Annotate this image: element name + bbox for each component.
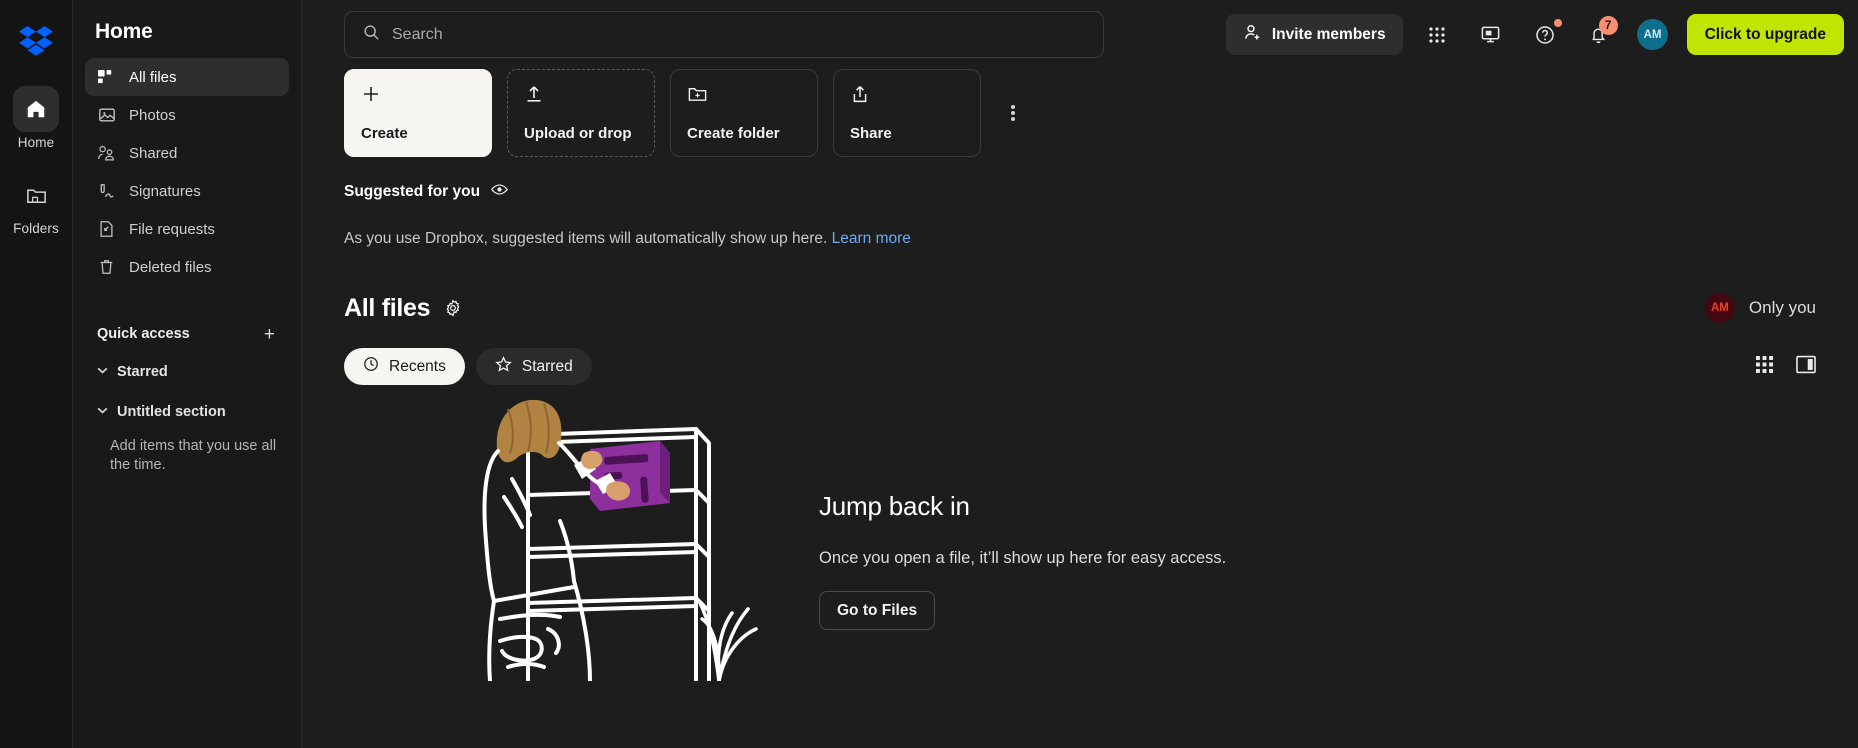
sharing-status[interactable]: AM Only you — [1704, 293, 1816, 323]
folder-plus-icon — [687, 84, 801, 109]
dropbox-logo-icon[interactable] — [0, 8, 73, 74]
rail-item-folders[interactable]: Folders — [0, 172, 73, 236]
sharing-status-label: Only you — [1748, 298, 1816, 317]
jump-back-in: Jump back in Once you open a file, it’ll… — [819, 391, 1226, 630]
sidebar-item-label: All files — [129, 68, 177, 86]
quick-access-label: Quick access — [97, 326, 190, 342]
upload-icon — [524, 84, 638, 109]
trash-icon — [97, 258, 116, 277]
create-button-label: Create — [361, 125, 408, 142]
upload-or-drop-button[interactable]: Upload or drop — [507, 69, 655, 157]
page-title: Home — [95, 20, 153, 43]
upload-or-drop-label: Upload or drop — [524, 125, 632, 142]
invite-members-label: Invite members — [1271, 25, 1386, 43]
create-folder-label: Create folder — [687, 125, 780, 142]
split-view-icon[interactable] — [1796, 355, 1816, 379]
chevron-down-icon — [97, 407, 108, 417]
signatures-icon — [97, 182, 116, 201]
all-files-header: All files AM Only you — [344, 293, 1816, 323]
sidebar-section-label: Starred — [117, 364, 168, 380]
plus-icon[interactable]: + — [262, 325, 277, 344]
rail-item-folders-label: Folders — [13, 221, 59, 236]
notifications-button[interactable]: 7 — [1579, 15, 1619, 55]
notification-badge: 7 — [1598, 15, 1618, 35]
shared-icon — [97, 144, 116, 163]
grid-apps-icon[interactable] — [1417, 15, 1457, 55]
account-avatar-button[interactable]: AM — [1633, 15, 1673, 55]
go-to-files-button[interactable]: Go to Files — [819, 591, 936, 630]
all-files-icon — [97, 68, 116, 87]
sidebar-item-all-files[interactable]: All files — [85, 58, 289, 96]
share-button[interactable]: Share — [833, 69, 981, 157]
view-toggles — [1755, 355, 1816, 379]
suggested-header: Suggested for you — [344, 183, 1816, 201]
dropbox-home-page: Home Folders Home All files Photos Share… — [0, 0, 1858, 748]
share-icon — [850, 84, 964, 109]
avatar: AM — [1637, 19, 1669, 50]
click-to-upgrade-button[interactable]: Click to upgrade — [1686, 14, 1844, 55]
sidebar-item-signatures[interactable]: Signatures — [85, 172, 289, 210]
help-alert-dot — [1553, 18, 1562, 27]
suggested-title: Suggested for you — [344, 183, 481, 200]
sidebar-section-untitled[interactable]: Untitled section — [85, 395, 289, 429]
gear-icon[interactable] — [444, 299, 462, 317]
icon-rail: Home Folders — [0, 0, 73, 748]
grid-view-icon[interactable] — [1755, 355, 1774, 379]
create-folder-button[interactable]: Create folder — [670, 69, 818, 157]
main-content: Search Invite members 7 AM Click to upgr… — [302, 0, 1858, 748]
learn-more-link[interactable]: Learn more — [832, 230, 911, 247]
quick-access-hint: Add items that you use all the time. — [110, 438, 277, 474]
content-area: Create Upload or drop Create folder Shar… — [302, 69, 1858, 686]
jump-back-in-title: Jump back in — [819, 491, 970, 521]
desktop-icon[interactable] — [1471, 15, 1511, 55]
file-tabs: Recents Starred — [344, 348, 1816, 385]
chevron-down-icon — [97, 367, 108, 377]
folder-icon — [13, 172, 59, 218]
tab-starred-label: Starred — [521, 357, 573, 375]
file-requests-icon — [97, 220, 116, 239]
all-files-title: All files — [344, 293, 431, 322]
rail-item-home-label: Home — [17, 135, 55, 150]
rail-item-home[interactable]: Home — [0, 86, 73, 150]
sidebar-item-label: Signatures — [129, 182, 201, 200]
suggested-empty-text: As you use Dropbox, suggested items will… — [344, 230, 1816, 248]
help-button[interactable] — [1525, 15, 1565, 55]
clock-icon — [363, 356, 379, 377]
quick-access-header: Quick access + — [85, 319, 289, 349]
sidebar-section-starred[interactable]: Starred — [85, 355, 289, 389]
topbar: Search Invite members 7 AM Click to upgr… — [302, 0, 1858, 69]
invite-members-button[interactable]: Invite members — [1225, 14, 1403, 55]
suggested-body-text: As you use Dropbox, suggested items will… — [344, 230, 828, 247]
avatar: AM — [1704, 293, 1735, 323]
star-icon — [495, 355, 512, 378]
person-add-icon — [1243, 23, 1262, 47]
tab-starred[interactable]: Starred — [475, 348, 592, 385]
photos-icon — [97, 106, 116, 125]
search-icon — [363, 24, 380, 46]
kebab-menu-icon[interactable] — [996, 69, 1030, 157]
eye-icon[interactable] — [491, 183, 508, 201]
sidebar-item-label: Photos — [129, 106, 176, 124]
sidebar-item-label: File requests — [129, 220, 215, 238]
action-cards: Create Upload or drop Create folder Shar… — [344, 69, 1816, 157]
sidebar-item-file-requests[interactable]: File requests — [85, 210, 289, 248]
person-shelving-book-illustration — [464, 391, 764, 686]
sidebar: Home All files Photos Shared Signatures — [73, 0, 302, 748]
sidebar-item-label: Deleted files — [129, 258, 212, 276]
create-button[interactable]: Create — [344, 69, 492, 157]
sidebar-item-deleted-files[interactable]: Deleted files — [85, 248, 289, 286]
tab-recents-label: Recents — [389, 357, 446, 375]
jump-back-in-body: Once you open a file, it’ll show up here… — [819, 549, 1227, 567]
share-button-label: Share — [850, 125, 892, 142]
tab-recents[interactable]: Recents — [344, 348, 465, 385]
plus-icon — [361, 84, 475, 109]
search-placeholder: Search — [392, 25, 443, 43]
sidebar-item-shared[interactable]: Shared — [85, 134, 289, 172]
search-input[interactable]: Search — [344, 11, 1104, 58]
empty-state: Jump back in Once you open a file, it’ll… — [344, 391, 1816, 686]
sidebar-item-photos[interactable]: Photos — [85, 96, 289, 134]
sidebar-section-label: Untitled section — [117, 404, 226, 420]
home-icon — [13, 86, 59, 132]
sidebar-item-label: Shared — [129, 144, 178, 162]
